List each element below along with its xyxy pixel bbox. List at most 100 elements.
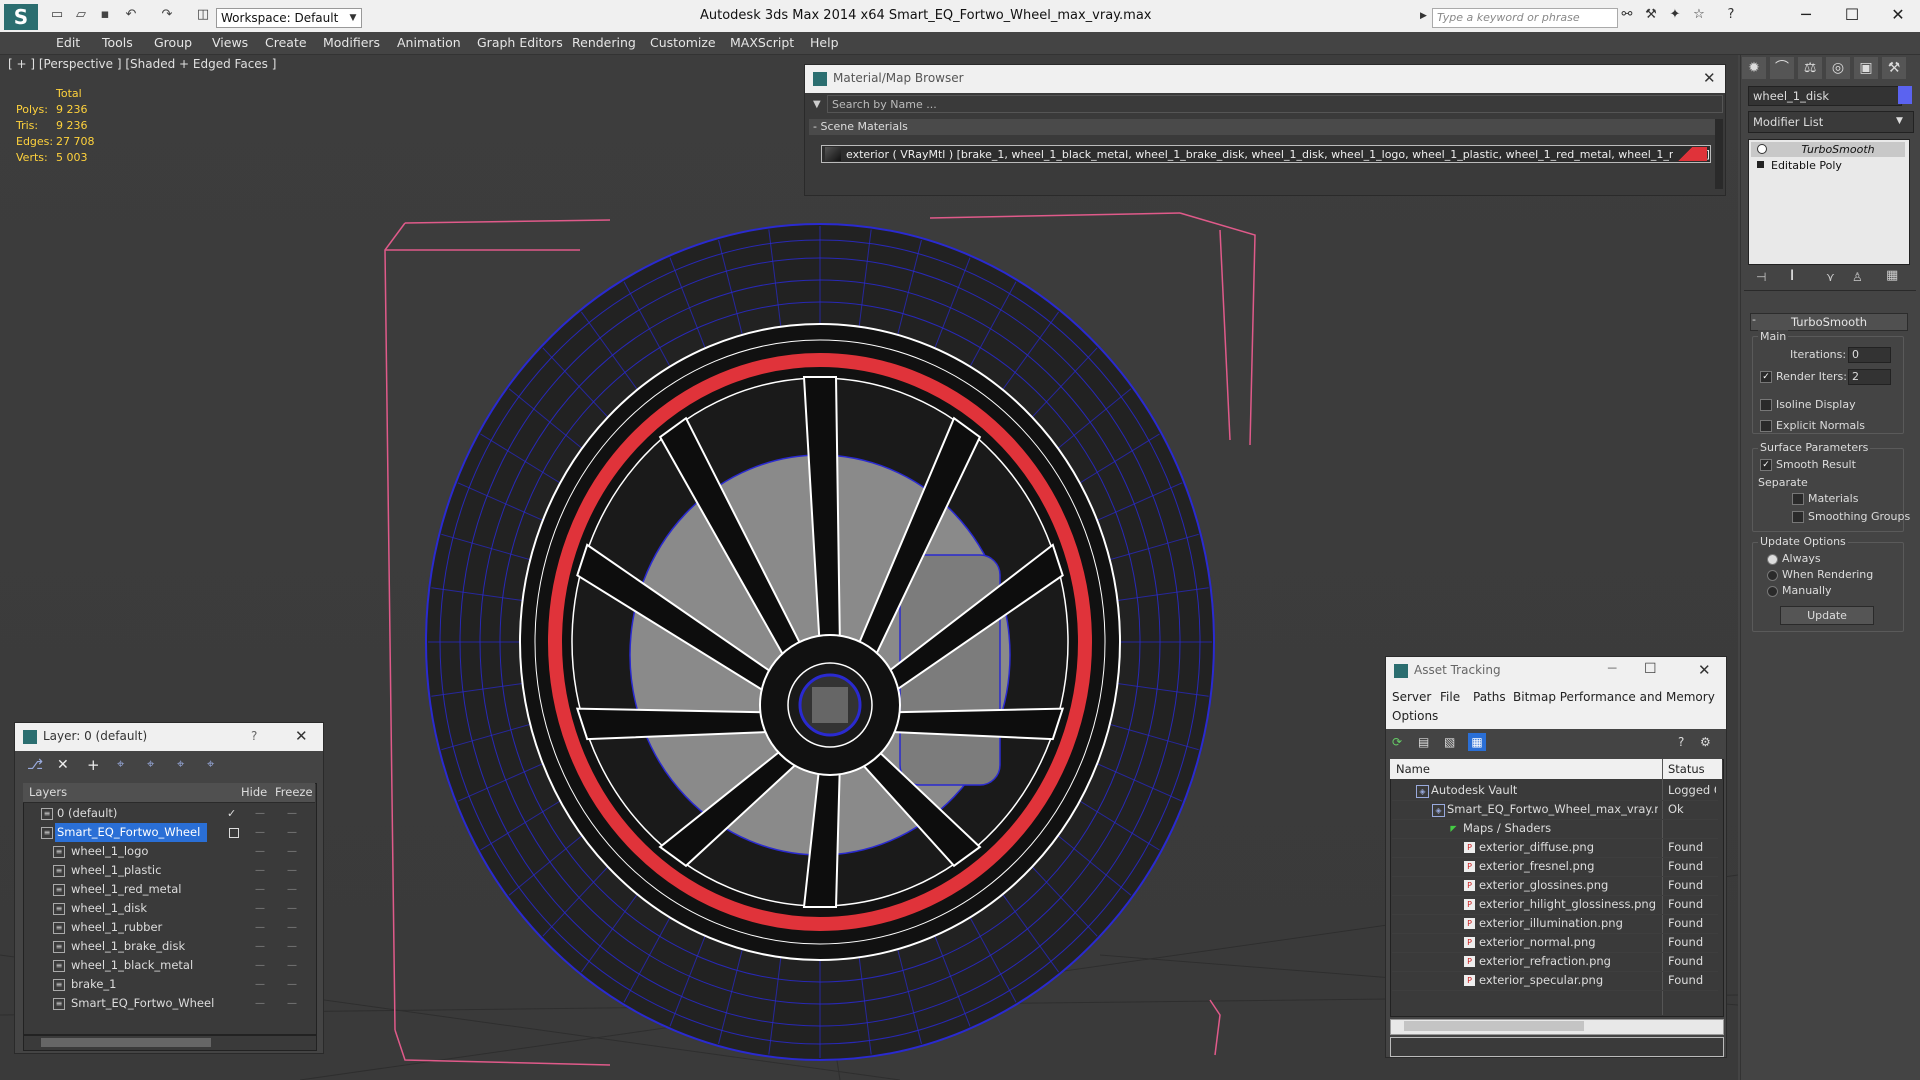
modify-tab-icon[interactable]: ⌒ [1770, 57, 1794, 79]
search-options-icon[interactable]: ▼ [813, 99, 821, 110]
col-hide[interactable]: Hide [241, 785, 267, 799]
list-view-icon[interactable]: ▤ [1418, 735, 1429, 749]
layer-row[interactable]: ≡ wheel_1_red_metal — — [23, 880, 309, 899]
layer-hide-toggle[interactable]: — [255, 899, 265, 918]
refresh-icon[interactable]: ⟳ [1392, 735, 1402, 749]
separate-materials-checkbox[interactable] [1792, 493, 1804, 505]
freeze-all-icon[interactable]: ⌖ [207, 757, 214, 772]
viewport-label[interactable]: [ + ] [Perspective ] [Shaded + Edged Fac… [8, 57, 276, 71]
asset-row[interactable]: Pexterior_hilight_glossiness.png Found [1392, 895, 1718, 915]
pin-stack-icon[interactable]: ⊣ [1756, 270, 1766, 284]
hierarchy-tab-icon[interactable]: ⚖ [1798, 57, 1822, 79]
asset-row[interactable]: Pexterior_diffuse.png Found [1392, 838, 1718, 858]
layer-freeze-toggle[interactable]: — [287, 975, 297, 994]
chevron-down-icon[interactable]: ▼ [346, 8, 360, 28]
layer-hide-toggle[interactable]: — [255, 823, 265, 842]
binoculars-icon[interactable]: ⚯ [1620, 8, 1634, 22]
menu-edit[interactable]: Edit [56, 32, 80, 54]
maximize-button[interactable]: ☐ [1644, 661, 1657, 677]
smooth-result-checkbox[interactable]: ✓ [1760, 459, 1772, 471]
configure-modifier-sets-icon[interactable]: ▦ [1886, 268, 1898, 283]
asset-row[interactable]: Pexterior_glossines.png Found [1392, 876, 1718, 896]
hide-all-icon[interactable]: ⌖ [177, 757, 184, 772]
light-bulb-icon[interactable] [1757, 144, 1767, 154]
update-always-radio[interactable] [1767, 554, 1778, 565]
display-tab-icon[interactable]: ▣ [1854, 57, 1878, 79]
save-file-icon[interactable]: ▪ [98, 8, 112, 22]
menu-animation[interactable]: Animation [397, 32, 461, 54]
menu-views[interactable]: Views [212, 32, 248, 54]
subscription-icon[interactable]: ⚒ [1644, 8, 1658, 22]
asset-row[interactable]: ◈ Smart_EQ_Fortwo_Wheel_max_vray.max Ok [1392, 800, 1718, 820]
menu-server[interactable]: Server [1392, 690, 1431, 704]
delete-layer-icon[interactable]: ✕ [57, 757, 69, 773]
search-expand-icon[interactable]: ▶ [1420, 11, 1427, 21]
layer-hide-toggle[interactable]: — [255, 861, 265, 880]
highlight-layer-icon[interactable]: ⌖ [147, 757, 154, 772]
settings-icon[interactable]: ⚙ [1700, 735, 1711, 749]
material-item-exterior[interactable]: exterior ( VRayMtl ) [brake_1, wheel_1_b… [821, 145, 1711, 163]
asset-row[interactable]: ◤ Maps / Shaders [1392, 819, 1718, 839]
menu-tools[interactable]: Tools [102, 32, 133, 54]
layer-row[interactable]: ≡ brake_1 — — [23, 975, 309, 994]
minimize-button[interactable]: ─ [1786, 4, 1826, 26]
scrollbar-thumb[interactable] [1404, 1021, 1584, 1031]
turbosmooth-rollout-title[interactable]: TurboSmooth [1750, 313, 1908, 331]
layer-hide-toggle[interactable]: — [255, 804, 265, 823]
col-layers[interactable]: Layers [29, 785, 67, 799]
create-tab-icon[interactable]: ✹ [1742, 57, 1766, 79]
active-layer-check-icon[interactable]: ✓ [227, 804, 236, 823]
layer-freeze-toggle[interactable]: — [287, 937, 297, 956]
iterations-spinner[interactable]: 0 [1848, 347, 1891, 363]
show-end-result-icon[interactable]: Ⅰ [1790, 268, 1794, 284]
app-menu-button[interactable]: S [4, 4, 38, 30]
layer-hide-toggle[interactable]: — [255, 880, 265, 899]
layer-freeze-toggle[interactable]: — [287, 918, 297, 937]
col-status[interactable]: Status [1668, 762, 1705, 776]
layer-hide-toggle[interactable]: — [255, 956, 265, 975]
select-objects-icon[interactable]: ⌖ [117, 757, 124, 772]
help-icon[interactable]: ? [1724, 8, 1738, 22]
add-to-layer-icon[interactable]: + [87, 756, 100, 774]
isoline-display-checkbox[interactable] [1760, 399, 1772, 411]
scene-materials-header[interactable]: - Scene Materials [809, 119, 1715, 135]
project-folder-icon[interactable]: ◫ [196, 8, 210, 22]
asset-row[interactable]: Pexterior_refraction.png Found [1392, 952, 1718, 972]
layer-freeze-toggle[interactable]: — [287, 861, 297, 880]
layer-freeze-toggle[interactable]: — [287, 994, 297, 1013]
layer-freeze-toggle[interactable]: — [287, 842, 297, 861]
undo-icon[interactable]: ↶ [124, 8, 138, 22]
asset-row[interactable]: Pexterior_specular.png Found [1392, 971, 1718, 991]
separate-smoothing-groups-checkbox[interactable] [1792, 511, 1804, 523]
layer-freeze-toggle[interactable]: — [287, 880, 297, 899]
layer-row[interactable]: ≡ Smart_EQ_Fortwo_Wheel — — [23, 994, 309, 1013]
asset-path-field[interactable] [1390, 1037, 1724, 1057]
update-manually-radio[interactable] [1767, 586, 1778, 597]
new-file-icon[interactable]: ▭ [50, 8, 64, 22]
explicit-normals-checkbox[interactable] [1760, 420, 1772, 432]
table-view-icon[interactable]: ▦ [1468, 733, 1486, 751]
menu-group[interactable]: Group [154, 32, 192, 54]
menu-graph-editors[interactable]: Graph Editors [477, 32, 563, 54]
favorites-star-icon[interactable]: ☆ [1692, 8, 1706, 22]
minimize-button[interactable]: ─ [1608, 661, 1616, 677]
layer-hide-toggle[interactable]: — [255, 937, 265, 956]
layer-row[interactable]: ≡ Smart_EQ_Fortwo_Wheel — — [23, 823, 309, 842]
menu-create[interactable]: Create [265, 32, 307, 54]
close-icon[interactable]: ✕ [1703, 69, 1716, 87]
layer-hide-toggle[interactable]: — [255, 994, 265, 1013]
close-icon[interactable]: ✕ [295, 727, 308, 745]
close-button[interactable]: ✕ [1878, 4, 1918, 26]
modifier-list-dropdown[interactable]: Modifier List [1748, 111, 1914, 133]
render-iters-spinner[interactable]: 2 [1848, 369, 1891, 385]
layer-row[interactable]: ≡ wheel_1_rubber — — [23, 918, 309, 937]
open-file-icon[interactable]: ▱ [74, 8, 88, 22]
render-iters-checkbox[interactable]: ✓ [1760, 371, 1772, 383]
update-when-rendering-radio[interactable] [1767, 570, 1778, 581]
help-icon[interactable]: ? [251, 729, 257, 743]
layer-row[interactable]: ≡ wheel_1_logo — — [23, 842, 309, 861]
close-icon[interactable]: ✕ [1698, 661, 1711, 679]
material-browser-scrollbar[interactable] [1715, 119, 1723, 189]
layer-hide-toggle[interactable]: — [255, 918, 265, 937]
motion-tab-icon[interactable]: ◎ [1826, 57, 1850, 79]
